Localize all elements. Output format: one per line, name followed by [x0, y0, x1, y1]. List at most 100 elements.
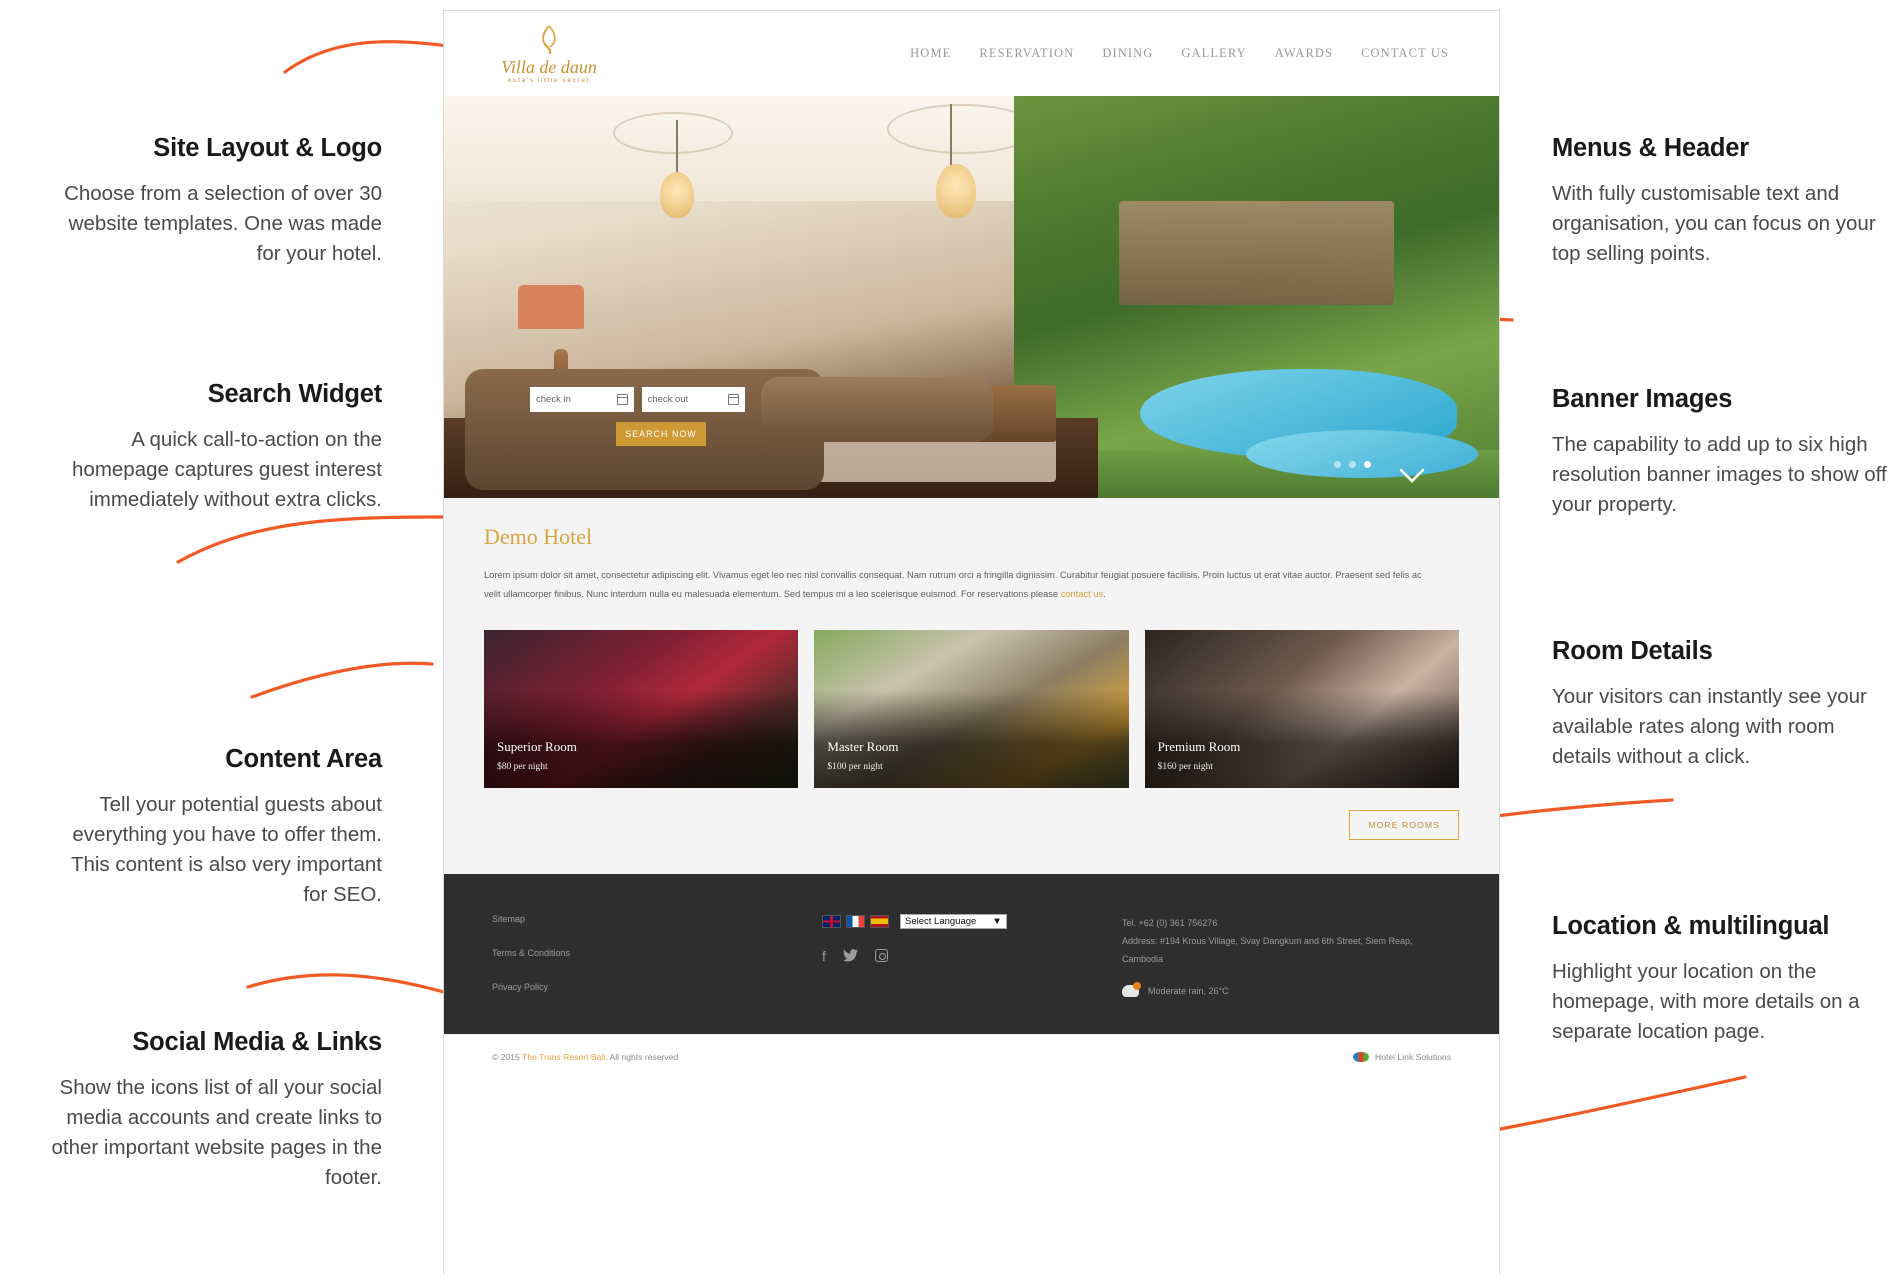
copyright-bar: © 2015 The Trans Resort Bali. All rights…	[444, 1034, 1499, 1078]
room-price: $100 per night	[827, 762, 883, 772]
hotel-title: Demo Hotel	[484, 524, 593, 549]
nav-item-gallery[interactable]: GALLERY	[1181, 46, 1246, 61]
description-text: Lorem ipsum dolor sit amet, consectetur …	[484, 570, 1422, 599]
nav-item-dining[interactable]: DINING	[1102, 46, 1153, 61]
page-root: Site Layout & Logo Choose from a selecti…	[0, 0, 1900, 1283]
flag-spain-icon[interactable]	[870, 915, 889, 928]
room-card[interactable]: Superior Room $80 per night	[484, 630, 799, 788]
contact-address: Address: #194 Krous Village, Svay Dangku…	[1122, 936, 1413, 964]
footer-link-privacy-policy[interactable]: Privacy Policy	[492, 982, 822, 992]
flag-uk-icon[interactable]	[822, 915, 841, 928]
flag-france-icon[interactable]	[846, 915, 865, 928]
callout-location-multilingual: Location & multilingual Highlight your l…	[1552, 912, 1892, 1047]
slide-dot[interactable]	[1334, 461, 1341, 468]
banner-slider[interactable]: check in check out SEARCH NOW	[444, 96, 1499, 498]
room-name: Master Room	[827, 739, 899, 754]
callout-site-layout-logo: Site Layout & Logo Choose from a selecti…	[42, 134, 382, 269]
copyright-link[interactable]: The Trans Resort Bali	[522, 1052, 605, 1062]
hotel-description: Lorem ipsum dolor sit amet, consectetur …	[484, 566, 1424, 604]
callout-body: With fully customisable text and organis…	[1552, 182, 1876, 265]
language-flags: Select Language ▼	[822, 914, 1122, 929]
contact-tel: Tel. +62 (0) 361 756276	[1122, 918, 1218, 928]
website-preview: Villa de daun kuta's little secret HOME …	[443, 10, 1500, 1275]
footer-links: Sitemap Terms & Conditions Privacy Polic…	[492, 914, 822, 1000]
callout-title: Site Layout & Logo	[153, 134, 382, 162]
nav-item-home[interactable]: HOME	[910, 46, 951, 61]
callout-search-widget: Search Widget A quick call-to-action on …	[42, 380, 382, 515]
callout-title: Banner Images	[1552, 385, 1733, 413]
callout-title: Social Media & Links	[132, 1028, 382, 1056]
banner-slide-dots[interactable]	[1334, 461, 1371, 468]
callout-title: Content Area	[225, 745, 382, 773]
language-select[interactable]: Select Language ▼	[900, 914, 1007, 929]
content-area: Demo Hotel Lorem ipsum dolor sit amet, c…	[444, 498, 1499, 874]
contact-us-link[interactable]: contact us	[1061, 589, 1103, 599]
logo-leaf-icon	[537, 24, 561, 58]
nav-item-reservation[interactable]: RESERVATION	[979, 46, 1074, 61]
footer-link-sitemap[interactable]: Sitemap	[492, 914, 822, 924]
check-in-field[interactable]: check in	[530, 387, 634, 412]
callout-body: Tell your potential guests about everyth…	[70, 793, 382, 906]
callout-content-area: Content Area Tell your potential guests …	[42, 745, 382, 910]
callout-title: Search Widget	[207, 380, 382, 408]
room-price: $80 per night	[497, 762, 548, 772]
site-footer: Sitemap Terms & Conditions Privacy Polic…	[444, 874, 1499, 1034]
logo-name: Villa de daun	[501, 56, 597, 77]
copyright-text: © 2015 The Trans Resort Bali. All rights…	[492, 1052, 678, 1062]
callout-title: Location & multilingual	[1552, 912, 1830, 940]
room-card-list: Superior Room $80 per night Master Room …	[484, 630, 1459, 788]
callout-body: Highlight your location on the homepage,…	[1552, 960, 1860, 1043]
leaf-flame-icon	[542, 24, 556, 54]
social-icons: f	[822, 949, 1122, 964]
callout-body: The capability to add up to six high res…	[1552, 433, 1887, 516]
callout-body: Choose from a selection of over 30 websi…	[64, 182, 382, 265]
twitter-icon[interactable]	[842, 949, 858, 964]
hotel-link-logo-icon	[1353, 1051, 1370, 1062]
search-now-button[interactable]: SEARCH NOW	[616, 422, 706, 446]
room-name: Premium Room	[1157, 739, 1241, 754]
calendar-icon	[728, 394, 739, 405]
room-name: Superior Room	[497, 739, 577, 754]
callout-title: Menus & Header	[1552, 134, 1750, 162]
scroll-down-chevron-icon[interactable]	[1399, 468, 1425, 484]
copyright-suffix: . All rights reserved	[605, 1051, 679, 1062]
callout-body: Show the icons list of all your social m…	[51, 1076, 382, 1189]
callout-social-media-links: Social Media & Links Show the icons list…	[42, 1028, 383, 1193]
room-card[interactable]: Master Room $100 per night	[814, 630, 1129, 788]
room-card[interactable]: Premium Room $160 per night	[1144, 630, 1459, 788]
copyright-prefix: © 2015	[492, 1051, 523, 1062]
weather-text: Moderate rain, 26°C	[1148, 986, 1229, 996]
callout-body: A quick call-to-action on the homepage c…	[72, 428, 382, 511]
callout-title: Room Details	[1552, 637, 1713, 665]
logo-tagline: kuta's little secret	[508, 76, 590, 84]
description-tail: .	[1103, 589, 1106, 599]
more-rooms-button[interactable]: MORE ROOMS	[1349, 810, 1459, 840]
calendar-icon	[616, 394, 628, 405]
check-out-placeholder: check out	[647, 394, 689, 405]
check-out-field[interactable]: check out	[641, 387, 745, 412]
nav-item-awards[interactable]: AWARDS	[1275, 46, 1333, 61]
chevron-down-icon: ▼	[992, 916, 1002, 927]
footer-contact: Tel. +62 (0) 361 756276 Address: #194 Kr…	[1122, 914, 1451, 1000]
callout-body: Your visitors can instantly see your ava…	[1552, 685, 1867, 768]
vendor-credit[interactable]: Hotel Link Solutions	[1353, 1051, 1451, 1062]
slide-dot[interactable]	[1349, 461, 1356, 468]
nav-item-contact-us[interactable]: CONTACT US	[1361, 46, 1449, 61]
weather-rain-icon	[1122, 982, 1141, 997]
site-header: Villa de daun kuta's little secret HOME …	[444, 11, 1499, 96]
instagram-icon[interactable]	[874, 949, 888, 962]
slide-dot-active[interactable]	[1364, 461, 1371, 468]
callout-room-details: Room Details Your visitors can instantly…	[1552, 637, 1892, 772]
search-widget: check in check out SEARCH NOW	[530, 387, 745, 446]
room-price: $160 per night	[1157, 762, 1214, 772]
check-in-placeholder: check in	[536, 394, 571, 405]
footer-link-terms-conditions[interactable]: Terms & Conditions	[492, 948, 822, 958]
facebook-icon[interactable]: f	[822, 949, 826, 964]
language-select-label: Select Language	[905, 916, 977, 927]
callout-banner-images: Banner Images The capability to add up t…	[1552, 385, 1892, 520]
callout-menus-header: Menus & Header With fully customisable t…	[1552, 134, 1892, 269]
main-navigation: HOME RESERVATION DINING GALLERY AWARDS C…	[910, 46, 1459, 61]
vendor-name: Hotel Link Solutions	[1375, 1051, 1451, 1062]
site-logo[interactable]: Villa de daun kuta's little secret	[484, 24, 614, 84]
footer-language-social: Select Language ▼ f	[822, 914, 1122, 1000]
